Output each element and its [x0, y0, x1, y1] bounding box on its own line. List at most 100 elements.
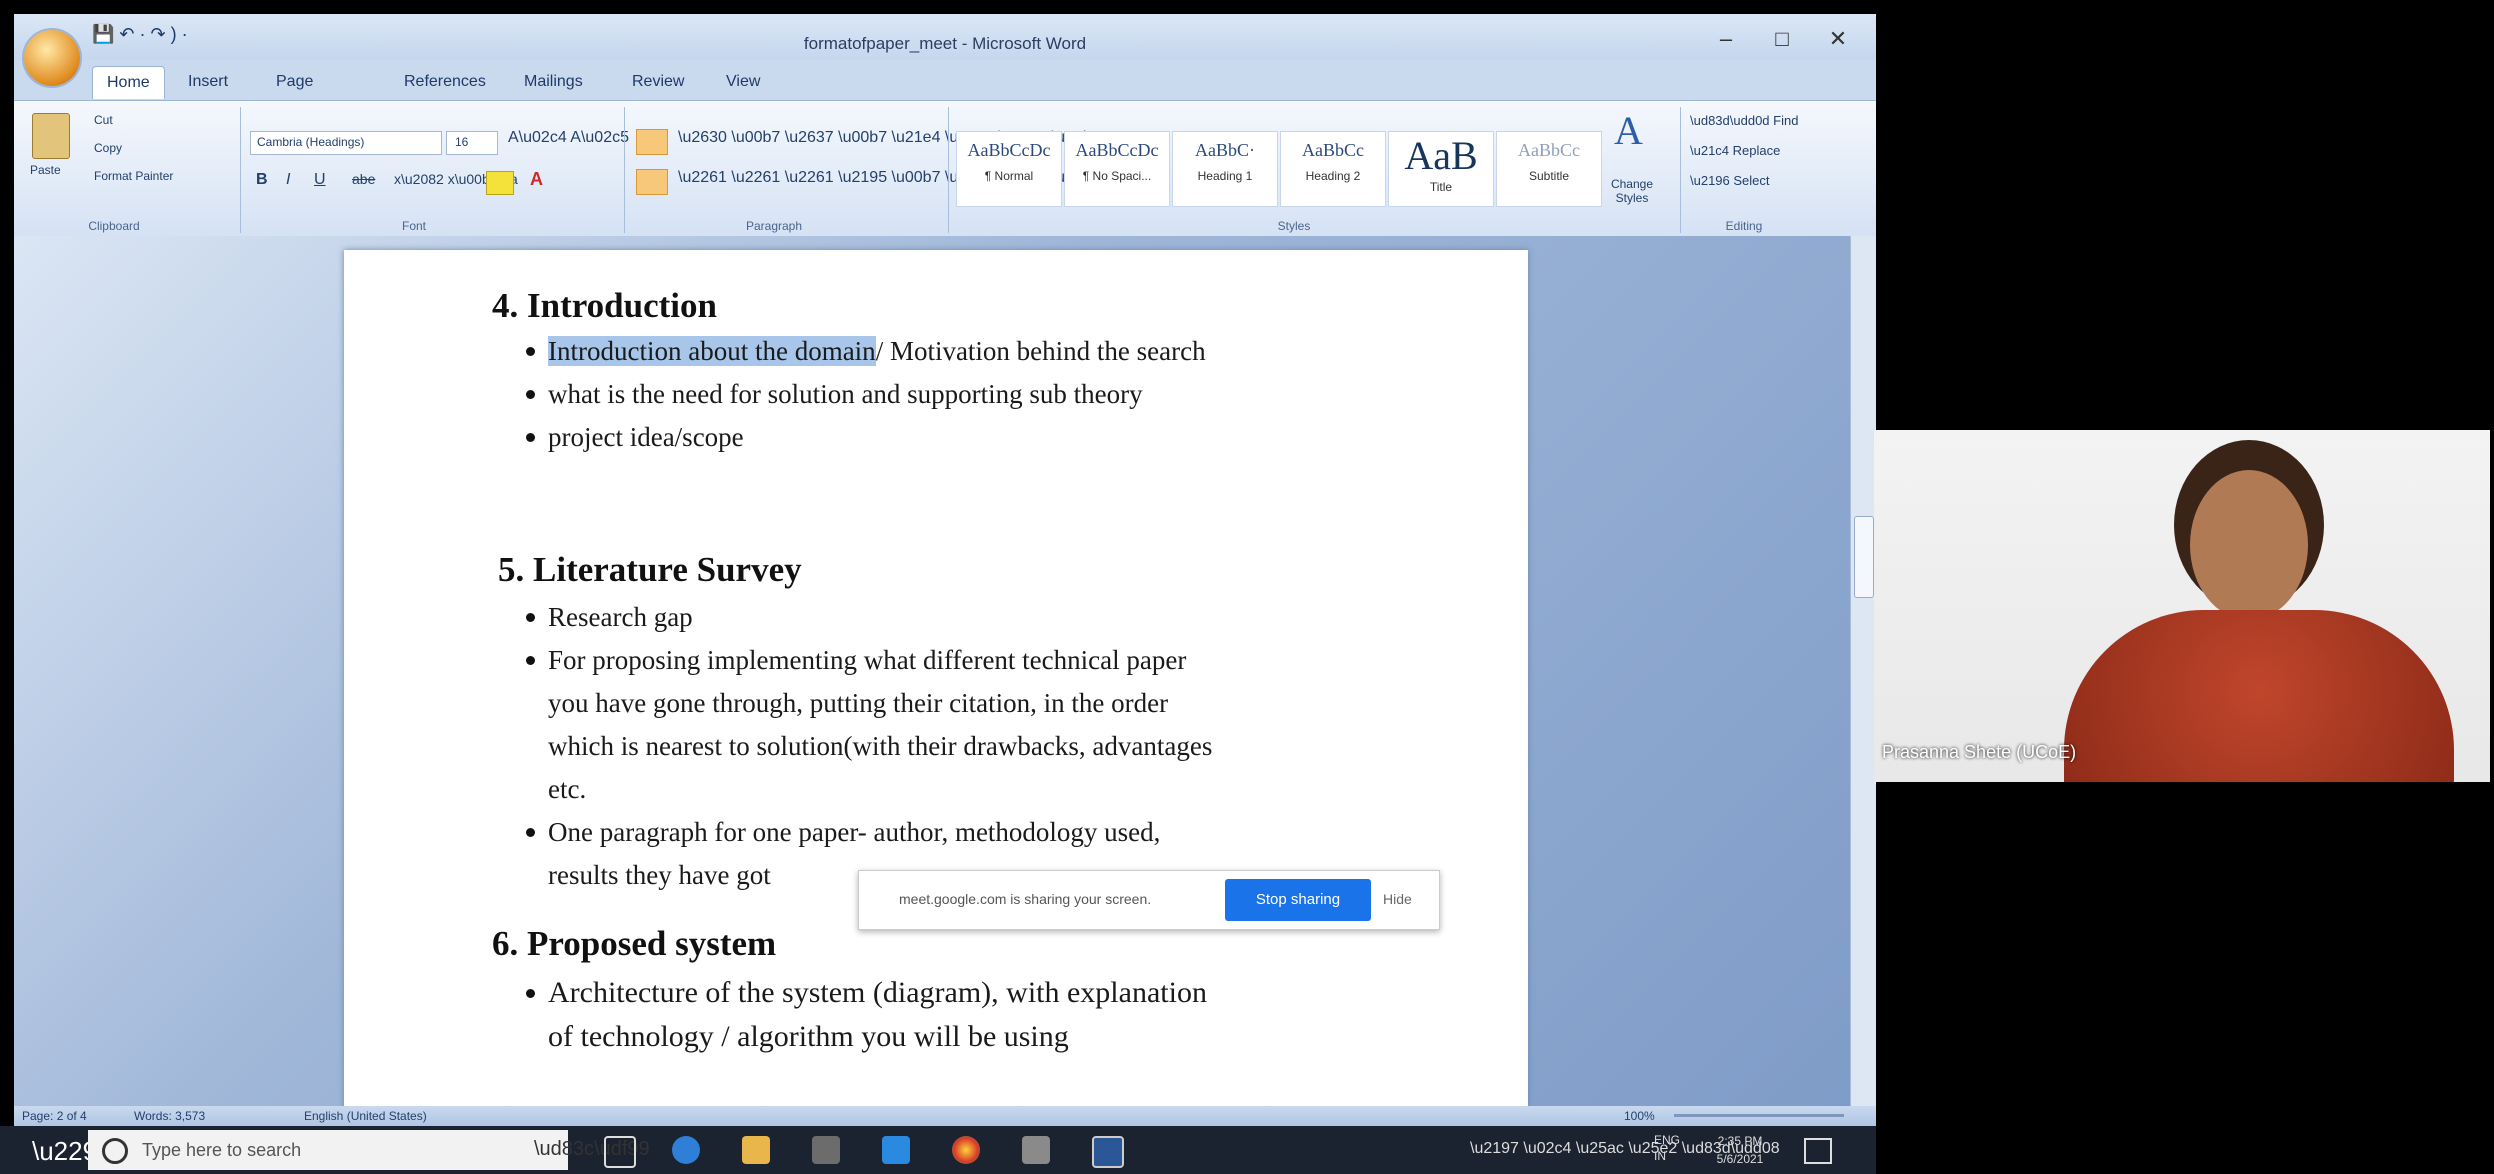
font-color-icon[interactable]: A	[530, 169, 543, 190]
ribbon: Paste Cut Copy Format Painter Clipboard …	[14, 100, 1876, 238]
bullet-icon	[526, 613, 535, 622]
style-name: Title	[1429, 180, 1453, 194]
language-indicator[interactable]: ENG IN	[1654, 1132, 1694, 1164]
selected-text[interactable]: Introduction about the domain	[548, 336, 876, 366]
window-title: formatofpaper_meet - Microsoft Word	[803, 34, 1087, 53]
tab-review[interactable]: Review	[618, 66, 698, 98]
select-icon: \u2196	[1690, 173, 1734, 188]
search-placeholder: Type here to search	[142, 1140, 302, 1160]
share-banner-text: meet.google.com is sharing your screen.	[899, 891, 1152, 907]
style-sample: AaB	[1404, 133, 1478, 178]
bullet-icon	[526, 989, 535, 998]
strikethrough-icon[interactable]: abe	[352, 171, 375, 187]
list-item: what is the need for solution and suppor…	[548, 379, 1143, 409]
italic-icon[interactable]: I	[286, 171, 290, 189]
hide-button[interactable]: Hide	[1383, 891, 1412, 907]
status-bar: Page: 2 of 4 Words: 3,573 English (Unite…	[14, 1106, 1876, 1126]
style-title[interactable]: AaB Title	[1388, 131, 1494, 207]
section-heading: 5. Literature Survey	[498, 550, 802, 589]
bullet-icon	[526, 656, 535, 665]
clock-date: 5/6/2021	[1716, 1152, 1764, 1166]
list-item-line: etc.	[548, 774, 587, 804]
edge-icon[interactable]	[672, 1136, 700, 1164]
close-button[interactable]: ✕	[1814, 24, 1862, 54]
vertical-scrollbar[interactable]	[1850, 236, 1876, 1106]
font-name-select[interactable]: Cambria (Headings)	[250, 131, 442, 155]
zoom-slider[interactable]	[1674, 1114, 1844, 1117]
zoom-level[interactable]: 100%	[1624, 1109, 1655, 1123]
style-sample: AaBbCc	[1518, 140, 1580, 160]
replace-label: Replace	[1732, 143, 1781, 158]
word-app-icon[interactable]	[1092, 1136, 1124, 1168]
grow-font-icon[interactable]: A\u02c4 A\u02c5	[508, 129, 629, 147]
style-subtitle[interactable]: AaBbCc Subtitle	[1496, 131, 1602, 207]
page-count[interactable]: Page: 2 of 4	[22, 1109, 87, 1123]
minimize-button[interactable]: –	[1702, 24, 1750, 54]
tab-view[interactable]: View	[712, 66, 774, 98]
change-styles-icon[interactable]: A	[1614, 107, 1643, 154]
replace-button[interactable]: \u21c4 Replace	[1690, 143, 1780, 158]
highlight-color-icon[interactable]	[486, 171, 514, 195]
clock-time: 2:35 PM	[1717, 1134, 1763, 1148]
style-normal[interactable]: AaBbCcDc ¶ Normal	[956, 131, 1062, 207]
file-explorer-icon[interactable]	[742, 1136, 770, 1164]
style-name: Heading 1	[1197, 169, 1253, 183]
paste-icon[interactable]	[32, 113, 70, 159]
copy-button[interactable]: Copy	[94, 141, 122, 155]
style-heading-2[interactable]: AaBbCc Heading 2	[1280, 131, 1386, 207]
font-group-label: Font	[401, 219, 426, 233]
calculator-icon[interactable]	[1022, 1136, 1050, 1164]
style-sample: AaBbC·	[1195, 140, 1255, 160]
style-name: Heading 2	[1305, 169, 1361, 183]
style-sample: AaBbCcDc	[1075, 140, 1159, 160]
clock[interactable]: 2:35 PM 5/6/2021	[1700, 1132, 1780, 1168]
align-left-icon[interactable]	[636, 169, 668, 195]
clipboard-group-label: Clipboard	[88, 219, 140, 233]
list-item-line: One paragraph for one paper- author, met…	[548, 817, 1161, 847]
office-button[interactable]	[24, 30, 80, 86]
store-icon[interactable]	[812, 1136, 840, 1164]
list-item-text: / Motivation behind the search	[875, 336, 1206, 366]
list-item: Introduction about the domain/ Motivatio…	[548, 330, 1206, 372]
language-indicator[interactable]: English (United States)	[304, 1109, 427, 1123]
bullets-icon[interactable]	[636, 129, 668, 155]
tab-mailings[interactable]: Mailings	[510, 66, 597, 98]
ribbon-separator	[624, 107, 625, 233]
font-size-select[interactable]: 16	[446, 131, 498, 155]
binoculars-icon: \ud83d\udd0d	[1690, 113, 1774, 128]
tab-references[interactable]: References	[390, 66, 500, 98]
word-window: 💾 ↶ · ↷ ) · formatofpaper_meet - Microso…	[14, 14, 1876, 1126]
mail-icon[interactable]	[882, 1136, 910, 1164]
style-sample: AaBbCc	[1302, 140, 1364, 160]
notification-icon[interactable]	[1804, 1138, 1832, 1164]
style-heading-1[interactable]: AaBbC· Heading 1	[1172, 131, 1278, 207]
font-size-value: 16	[455, 135, 469, 149]
tab-home[interactable]: Home	[92, 66, 165, 99]
list-item: Research gap	[548, 602, 693, 632]
stop-sharing-button[interactable]: Stop sharing	[1225, 879, 1371, 921]
task-view-icon[interactable]	[604, 1136, 636, 1168]
style-no-spacing[interactable]: AaBbCcDc ¶ No Spaci...	[1064, 131, 1170, 207]
tab-insert[interactable]: Insert	[174, 66, 242, 98]
style-name: Subtitle	[1528, 169, 1570, 183]
paragraph-group-label: Paragraph	[745, 219, 803, 233]
screen-share-banner: meet.google.com is sharing your screen. …	[858, 870, 1440, 930]
taskbar-search[interactable]: Type here to search \ud83c\udf99	[88, 1130, 650, 1170]
change-styles-button[interactable]: Change Styles	[1608, 177, 1656, 205]
paste-button[interactable]: Paste	[30, 163, 61, 177]
maximize-button[interactable]: □	[1758, 24, 1806, 54]
scrollbar-thumb[interactable]	[1854, 516, 1874, 598]
word-count[interactable]: Words: 3,573	[134, 1109, 205, 1123]
find-button[interactable]: \ud83d\udd0d Find	[1690, 113, 1798, 128]
document-page[interactable]: 4. Introduction Introduction about the d…	[344, 250, 1528, 1126]
cut-button[interactable]: Cut	[94, 113, 113, 127]
webcam-tile: Prasanna Shete (UCoE)	[1874, 430, 2490, 782]
bold-icon[interactable]: B	[256, 171, 268, 189]
underline-icon[interactable]: U	[314, 171, 326, 189]
format-painter-button[interactable]: Format Painter	[94, 169, 173, 183]
chrome-icon[interactable]	[952, 1136, 980, 1164]
select-button[interactable]: \u2196 Select	[1690, 173, 1770, 188]
list-item-line: For proposing implementing what differen…	[548, 645, 1187, 675]
tab-page-layout[interactable]: Page Layout	[262, 66, 338, 122]
font-name-value: Cambria (Headings)	[257, 135, 365, 149]
